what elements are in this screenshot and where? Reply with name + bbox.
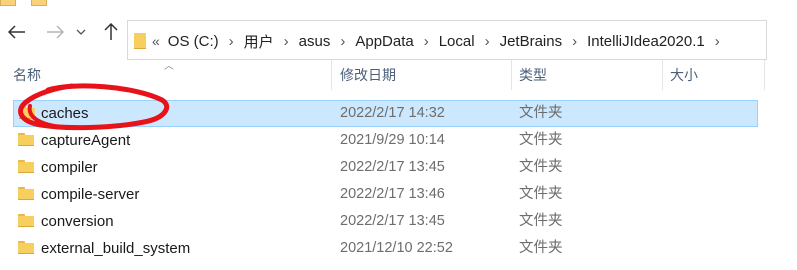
column-divider[interactable] (764, 60, 765, 90)
breadcrumb-separator-icon[interactable]: › (485, 33, 490, 50)
file-type: 文件夹 (519, 186, 563, 202)
column-divider[interactable] (511, 60, 512, 90)
folder-icon (18, 214, 34, 228)
breadcrumb-separator-icon[interactable]: › (424, 33, 429, 50)
address-bar[interactable]: « OS (C:) › 用户 › asus › AppData › Local … (127, 20, 767, 60)
file-type: 文件夹 (519, 132, 563, 148)
file-name: compiler (41, 159, 98, 176)
column-divider[interactable] (331, 60, 332, 90)
recent-locations-button[interactable] (73, 19, 89, 45)
top-strip (0, 0, 797, 8)
column-size[interactable]: 大小 (670, 58, 698, 92)
breadcrumb-overflow[interactable]: « (152, 33, 160, 49)
file-name: conversion (41, 213, 114, 230)
breadcrumb-separator-icon[interactable]: › (340, 33, 345, 50)
breadcrumb-item[interactable]: OS (C:) (168, 33, 219, 50)
column-divider[interactable] (662, 60, 663, 90)
breadcrumb-separator-icon[interactable]: › (572, 33, 577, 50)
folder-icon (19, 106, 35, 120)
file-row[interactable]: compiler 2022/2/17 13:45 文件夹 (0, 154, 797, 181)
back-button[interactable] (4, 19, 30, 45)
file-list: caches 2022/2/17 14:32 文件夹 captureAgent … (0, 100, 797, 262)
breadcrumb-item[interactable]: Local (439, 33, 475, 50)
folder-icon (134, 33, 146, 49)
file-modified: 2022/2/17 13:45 (340, 213, 445, 229)
breadcrumb-item[interactable]: 用户 (244, 31, 274, 52)
file-modified: 2021/12/10 22:52 (340, 240, 453, 256)
file-row[interactable]: conversion 2022/2/17 13:45 文件夹 (0, 208, 797, 235)
file-row[interactable]: captureAgent 2021/9/29 10:14 文件夹 (0, 127, 797, 154)
folder-icon (18, 160, 34, 174)
file-modified: 2022/2/17 13:45 (340, 159, 445, 175)
breadcrumb-item[interactable]: AppData (355, 33, 413, 50)
file-row[interactable]: caches 2022/2/17 14:32 文件夹 (13, 100, 758, 127)
file-modified: 2021/9/29 10:14 (340, 132, 445, 148)
file-row[interactable]: compile-server 2022/2/17 13:46 文件夹 (0, 181, 797, 208)
folder-icon (18, 133, 34, 147)
arrow-up-icon (104, 23, 118, 40)
breadcrumb-item[interactable]: IntelliJIdea2020.1 (587, 33, 705, 50)
breadcrumb-item[interactable]: asus (299, 33, 331, 50)
column-header: 名称 修改日期 类型 大小 (0, 58, 797, 92)
navigation-bar: « OS (C:) › 用户 › asus › AppData › Local … (0, 12, 797, 60)
file-type: 文件夹 (519, 105, 563, 121)
up-button[interactable] (98, 19, 124, 45)
file-row[interactable]: external_build_system 2021/12/10 22:52 文… (0, 235, 797, 262)
column-modified[interactable]: 修改日期 (340, 58, 396, 92)
file-modified: 2022/2/17 13:46 (340, 186, 445, 202)
breadcrumb-separator-icon[interactable]: › (229, 33, 234, 50)
file-name: captureAgent (41, 132, 131, 149)
folder-icon (0, 0, 16, 6)
breadcrumb-separator-icon[interactable]: › (715, 33, 720, 50)
file-name: external_build_system (41, 240, 191, 257)
file-type: 文件夹 (519, 240, 563, 256)
file-name: compile-server (41, 186, 140, 203)
breadcrumb-item[interactable]: JetBrains (500, 33, 563, 50)
file-name: caches (41, 105, 89, 122)
folder-icon (31, 0, 47, 6)
folder-icon (18, 241, 34, 255)
breadcrumb-separator-icon[interactable]: › (284, 33, 289, 50)
arrow-left-icon (8, 25, 25, 39)
file-type: 文件夹 (519, 213, 563, 229)
file-type: 文件夹 (519, 159, 563, 175)
column-type[interactable]: 类型 (519, 58, 547, 92)
breadcrumb: « OS (C:) › 用户 › asus › AppData › Local … (152, 21, 730, 61)
forward-button[interactable] (42, 19, 68, 45)
file-modified: 2022/2/17 14:32 (340, 105, 445, 121)
folder-icon (18, 187, 34, 201)
chevron-down-icon (76, 29, 86, 35)
column-name[interactable]: 名称 (13, 58, 41, 92)
arrow-right-icon (47, 25, 64, 39)
